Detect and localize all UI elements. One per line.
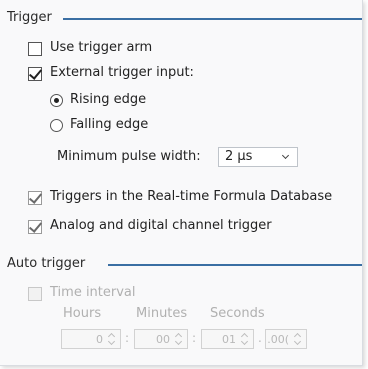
use-trigger-arm-label[interactable]: Use trigger arm bbox=[50, 40, 152, 55]
analog-digital-checkbox[interactable] bbox=[28, 220, 42, 234]
milliseconds-spinner[interactable]: .00( bbox=[265, 329, 307, 349]
spin-arrows-icon[interactable] bbox=[107, 332, 116, 346]
milliseconds-value: .00( bbox=[267, 333, 289, 346]
external-trigger-input-checkbox[interactable] bbox=[28, 67, 42, 81]
trigger-section-title: Trigger bbox=[7, 10, 52, 25]
hours-header: Hours bbox=[63, 306, 102, 321]
min-pulse-width-label: Minimum pulse width: bbox=[57, 149, 201, 164]
spin-arrows-icon[interactable] bbox=[240, 332, 249, 346]
minutes-spinner[interactable]: 00 bbox=[134, 329, 188, 349]
seconds-spinner[interactable]: 01 bbox=[201, 329, 254, 349]
hours-spinner[interactable]: 0 bbox=[61, 329, 121, 349]
analog-digital-label[interactable]: Analog and digital channel trigger bbox=[50, 218, 272, 233]
minutes-header: Minutes bbox=[136, 306, 188, 321]
use-trigger-arm-checkbox[interactable] bbox=[28, 42, 42, 56]
min-pulse-width-value: 2 µs bbox=[225, 149, 253, 164]
falling-edge-label[interactable]: Falling edge bbox=[70, 117, 148, 132]
rising-edge-radio[interactable] bbox=[50, 94, 63, 107]
minutes-value: 00 bbox=[156, 333, 170, 346]
auto-trigger-section-title: Auto trigger bbox=[7, 256, 86, 271]
time-interval-label[interactable]: Time interval bbox=[50, 285, 136, 300]
seconds-header: Seconds bbox=[210, 306, 265, 321]
hours-minutes-separator: : bbox=[125, 331, 130, 345]
time-interval-checkbox[interactable] bbox=[28, 287, 42, 301]
seconds-millis-separator: . bbox=[258, 331, 262, 345]
rising-edge-label[interactable]: Rising edge bbox=[70, 92, 146, 107]
hours-value: 0 bbox=[96, 333, 103, 346]
min-pulse-width-select[interactable]: 2 µs bbox=[218, 147, 298, 167]
chevron-down-icon bbox=[281, 151, 290, 160]
falling-edge-radio[interactable] bbox=[50, 119, 63, 132]
spin-arrows-icon[interactable] bbox=[174, 332, 183, 346]
realtime-formula-label[interactable]: Triggers in the Real-time Formula Databa… bbox=[50, 189, 332, 204]
trigger-settings-panel: Trigger Use trigger arm External trigger… bbox=[0, 0, 363, 366]
external-trigger-input-label[interactable]: External trigger input: bbox=[50, 65, 194, 80]
auto-trigger-section-divider bbox=[108, 264, 362, 266]
realtime-formula-checkbox[interactable] bbox=[28, 191, 42, 205]
trigger-section-divider bbox=[63, 18, 362, 20]
seconds-value: 01 bbox=[222, 333, 236, 346]
spin-arrows-icon[interactable] bbox=[293, 332, 302, 346]
minutes-seconds-separator: : bbox=[192, 331, 197, 345]
